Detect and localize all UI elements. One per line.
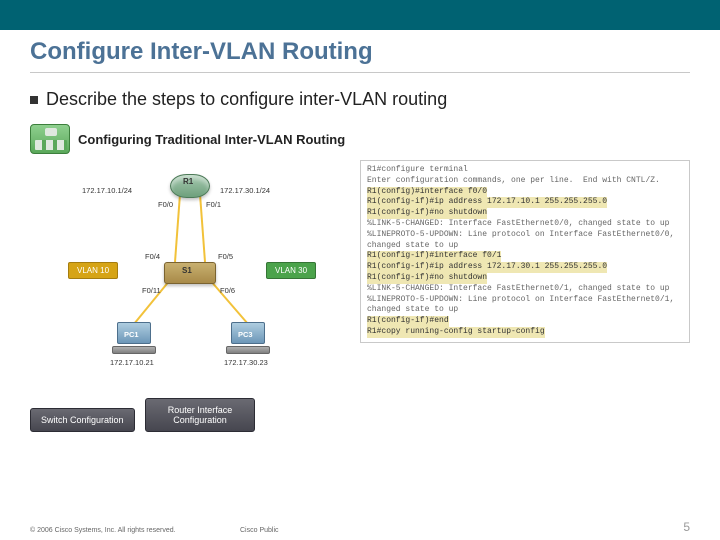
cli-line: R1#configure terminal bbox=[367, 165, 468, 174]
cli-line: Enter configuration commands, one per li… bbox=[367, 176, 660, 185]
switch-config-button[interactable]: Switch Configuration bbox=[30, 408, 135, 432]
subheader: Configuring Traditional Inter-VLAN Routi… bbox=[30, 124, 350, 154]
cli-line-hl: R1(config-if)#ip address 172.17.10.1 255… bbox=[367, 197, 607, 208]
pc1-name: PC1 bbox=[124, 330, 139, 339]
router-port-left: F0/0 bbox=[158, 200, 173, 209]
cli-line: %LINK-5-CHANGED: Interface FastEthernet0… bbox=[367, 219, 669, 228]
cli-line-hl: R1(config-if)#no shutdown bbox=[367, 273, 487, 284]
vlan30-tag: VLAN 30 bbox=[266, 262, 316, 279]
router-label: R1 bbox=[183, 177, 193, 186]
switch-label: S1 bbox=[182, 266, 192, 275]
cli-line-hl: R1(config-if)#interface f0/1 bbox=[367, 251, 501, 262]
cli-line: %LINEPROTO-5-UPDOWN: Line protocol on In… bbox=[367, 295, 679, 315]
switch-port-bl: F0/11 bbox=[142, 286, 161, 295]
cli-line-hl: R1(config-if)#no shutdown bbox=[367, 208, 487, 219]
footer-center: Cisco Public bbox=[240, 527, 279, 534]
switch-port-tl: F0/4 bbox=[145, 252, 160, 261]
page-number: 5 bbox=[683, 520, 690, 534]
footer-copyright: © 2006 Cisco Systems, Inc. All rights re… bbox=[30, 527, 176, 534]
subheader-text: Configuring Traditional Inter-VLAN Routi… bbox=[78, 132, 345, 147]
title-bar bbox=[0, 0, 720, 30]
cli-line-hl: R1(config-if)#end bbox=[367, 316, 449, 327]
network-diagram: R1 172.17.10.1/24 172.17.30.1/24 F0/0 F0… bbox=[30, 162, 350, 392]
ip-left-label: 172.17.10.1/24 bbox=[82, 186, 132, 195]
bullet-icon bbox=[30, 96, 38, 104]
pc1-ip: 172.17.10.21 bbox=[110, 358, 154, 367]
ip-right-label: 172.17.30.1/24 bbox=[220, 186, 270, 195]
router-config-button[interactable]: Router Interface Configuration bbox=[145, 398, 255, 432]
router-port-right: F0/1 bbox=[206, 200, 221, 209]
pc3-ip: 172.17.30.23 bbox=[224, 358, 268, 367]
cli-line-hl: R1#copy running-config startup-config bbox=[367, 327, 545, 338]
cli-terminal: R1#configure terminal Enter configuratio… bbox=[360, 160, 690, 343]
bullet-row: Describe the steps to configure inter-VL… bbox=[0, 83, 720, 120]
network-icon bbox=[30, 124, 70, 154]
cli-line: %LINK-5-CHANGED: Interface FastEthernet0… bbox=[367, 284, 669, 293]
switch-port-tr: F0/5 bbox=[218, 252, 233, 261]
title-rule bbox=[30, 72, 690, 73]
footer: © 2006 Cisco Systems, Inc. All rights re… bbox=[0, 520, 720, 534]
cli-line-hl: R1(config-if)#ip address 172.17.30.1 255… bbox=[367, 262, 607, 273]
cli-line-hl: R1(config)#interface f0/0 bbox=[367, 187, 487, 198]
cli-line: %LINEPROTO-5-UPDOWN: Line protocol on In… bbox=[367, 230, 679, 250]
pc3-name: PC3 bbox=[238, 330, 253, 339]
bullet-text: Describe the steps to configure inter-VL… bbox=[46, 89, 447, 110]
switch-port-br: F0/6 bbox=[220, 286, 235, 295]
slide-title: Configure Inter-VLAN Routing bbox=[0, 30, 720, 70]
vlan10-tag: VLAN 10 bbox=[68, 262, 118, 279]
